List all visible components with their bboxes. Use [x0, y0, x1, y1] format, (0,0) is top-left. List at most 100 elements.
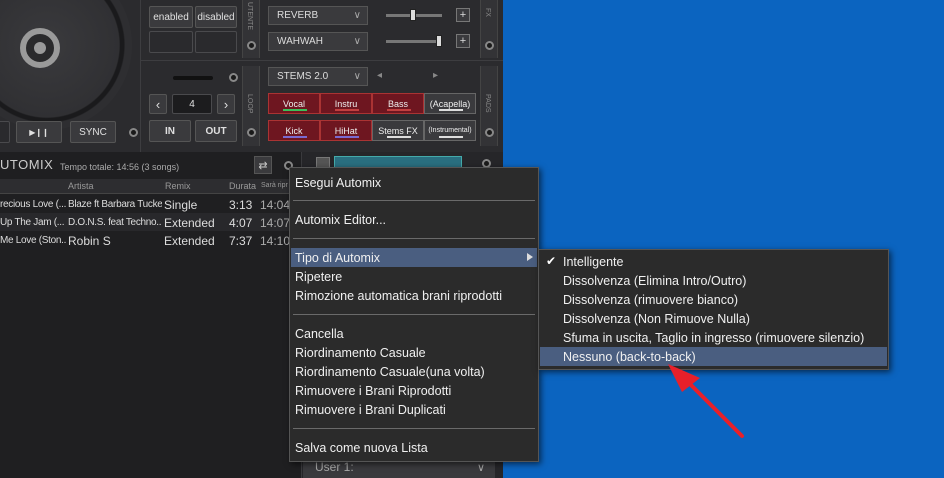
jog-wheel[interactable]	[0, 0, 132, 130]
menu-item-save-as-list[interactable]: Salva come nuova Lista	[291, 438, 537, 457]
loop-strip-knob[interactable]	[247, 128, 256, 137]
utente-knob[interactable]	[247, 41, 256, 50]
stems-dropdown-label: STEMS 2.0	[277, 71, 329, 82]
automix-title: UTOMIX	[0, 157, 54, 172]
menu-item-repeat[interactable]: Ripetere	[291, 267, 537, 286]
submenu-item-label: Nessuno (back-to-back)	[563, 349, 696, 364]
sync-knob[interactable]	[129, 128, 138, 137]
stem-bass-button[interactable]: Bass	[372, 93, 424, 114]
stem-indicator	[439, 136, 463, 138]
pads-knob[interactable]	[485, 128, 494, 137]
stem-fx-button[interactable]: Stems FX	[372, 120, 424, 141]
loop-bar	[173, 76, 213, 80]
stem-label: HiHat	[334, 125, 358, 136]
shuffle-icon[interactable]: ⇄	[254, 156, 272, 174]
table-row[interactable]: Me Love (Ston... Robin S Extended 7:37 1…	[0, 231, 300, 249]
chevron-down-icon: ∨	[353, 36, 361, 47]
stem-vocal-button[interactable]: Vocal	[268, 93, 320, 114]
user-dropdown[interactable]: User 1: ∨	[303, 460, 495, 478]
effect-dropdown-2[interactable]: WAHWAH ∨	[268, 32, 368, 51]
fx-disabled-button[interactable]: disabled	[195, 6, 237, 28]
stem-indicator	[335, 136, 359, 138]
stem-instru-button[interactable]: Instru	[320, 93, 372, 114]
stem-kick-button[interactable]: Kick	[268, 120, 320, 141]
automix-total-time: Tempo totale: 14:56 (3 songs)	[60, 162, 180, 172]
stem-indicator	[283, 109, 307, 111]
submenu-item-fade-remove-intro-outro[interactable]: Dissolvenza (Elimina Intro/Outro)	[540, 271, 887, 290]
effect-1-add-button[interactable]: +	[456, 8, 470, 22]
menu-item-shuffle[interactable]: Riordinamento Casuale	[291, 343, 537, 362]
submenu-item-smart[interactable]: ✔ Intelligente	[540, 252, 887, 271]
loop-out-button[interactable]: OUT	[195, 120, 237, 142]
utente-label: UTENTE	[246, 2, 253, 30]
column-duration[interactable]: Durata	[229, 181, 256, 191]
column-artist[interactable]: Artista	[68, 181, 94, 191]
effect-2-slider[interactable]	[386, 40, 442, 43]
user-dropdown-label: User 1:	[315, 460, 354, 474]
menu-item-run-automix[interactable]: Esegui Automix	[291, 173, 537, 192]
stem-label: Stems FX	[378, 125, 418, 136]
submenu-item-none-back-to-back[interactable]: Nessuno (back-to-back)	[540, 347, 887, 366]
fx-slot-button[interactable]	[149, 31, 193, 53]
stems-dropdown[interactable]: STEMS 2.0 ∨	[268, 67, 368, 86]
submenu-item-fade-remove-nothing[interactable]: Dissolvenza (Non Rimuove Nulla)	[540, 309, 887, 328]
menu-item-label: Rimozione automatica brani riprodotti	[295, 288, 503, 303]
submenu-item-label: Dissolvenza (Non Rimuove Nulla)	[563, 311, 750, 326]
effect-dropdown-1[interactable]: REVERB ∨	[268, 6, 368, 25]
effect-2-slider-thumb[interactable]	[436, 35, 442, 47]
loop-next-button[interactable]: ›	[217, 94, 235, 114]
cue-button[interactable]	[0, 121, 10, 143]
play-pause-button[interactable]: ▶❙❙	[16, 121, 62, 143]
submenu-arrow-icon	[527, 253, 533, 261]
table-row[interactable]: recious Love (... Blaze ft Barbara Tucke…	[0, 195, 300, 213]
menu-item-remove-played[interactable]: Rimuovere i Brani Riprodotti	[291, 381, 537, 400]
row-duration: 3:13	[229, 198, 253, 212]
pads-next-icon[interactable]: ▸	[433, 70, 438, 81]
stem-instrumental-button[interactable]: (Instrumental)	[424, 120, 476, 141]
row-title: recious Love (...	[0, 199, 66, 210]
table-header: Artista Remix Durata Sarà ripr	[0, 179, 300, 194]
divider	[140, 60, 503, 61]
menu-item-label: Tipo di Automix	[295, 250, 380, 265]
menu-item-auto-remove-played[interactable]: Rimozione automatica brani riprodotti	[291, 286, 537, 305]
stem-indicator	[439, 109, 463, 111]
menu-item-clear[interactable]: Cancella	[291, 324, 537, 343]
effect-1-slider-thumb[interactable]	[410, 9, 416, 21]
submenu-item-fade-out-cut-in[interactable]: Sfuma in uscita, Taglio in ingresso (rim…	[540, 328, 887, 347]
fx-enabled-button[interactable]: enabled	[149, 6, 193, 28]
menu-item-label: Cancella	[295, 326, 344, 341]
table-row[interactable]: Up The Jam (... D.O.N.S. feat Techno... …	[0, 213, 300, 231]
fx-knob[interactable]	[485, 41, 494, 50]
column-play-time[interactable]: Sarà ripr	[261, 182, 288, 189]
menu-item-label: Ripetere	[295, 269, 343, 284]
column-remix[interactable]: Remix	[165, 181, 191, 191]
effect-2-add-button[interactable]: +	[456, 34, 470, 48]
menu-item-label: Rimuovere i Brani Duplicati	[295, 402, 446, 417]
stem-hihat-button[interactable]: HiHat	[320, 120, 372, 141]
loop-size-display: 4	[172, 94, 212, 114]
menu-item-label: Rimuovere i Brani Riprodotti	[295, 383, 452, 398]
menu-item-shuffle-once[interactable]: Riordinamento Casuale(una volta)	[291, 362, 537, 381]
chevron-down-icon: ∨	[353, 71, 361, 82]
pads-prev-icon[interactable]: ◂	[377, 70, 382, 81]
loop-label: LOOP	[246, 94, 253, 114]
submenu-item-fade-remove-blank[interactable]: Dissolvenza (rimuovere bianco)	[540, 290, 887, 309]
menu-item-automix-type[interactable]: Tipo di Automix	[291, 248, 537, 267]
row-artist: Robin S	[68, 234, 111, 248]
automix-context-menu: Esegui Automix Automix Editor... Tipo di…	[289, 167, 539, 462]
sync-button[interactable]: SYNC	[70, 121, 116, 143]
jog-center-icon	[20, 28, 60, 68]
loop-prev-button[interactable]: ‹	[149, 94, 167, 114]
menu-item-automix-editor[interactable]: Automix Editor...	[291, 210, 537, 229]
fx-slot-button[interactable]	[195, 31, 237, 53]
menu-item-label: Esegui Automix	[295, 175, 382, 190]
loop-in-button[interactable]: IN	[149, 120, 191, 142]
submenu-item-label: Sfuma in uscita, Taglio in ingresso (rim…	[563, 330, 865, 345]
submenu-item-label: Intelligente	[563, 254, 624, 269]
stem-acapella-button[interactable]: (Acapella)	[424, 93, 476, 114]
menu-separator	[293, 200, 535, 201]
loop-knob[interactable]	[229, 73, 238, 82]
stem-indicator	[335, 109, 359, 111]
menu-item-remove-duplicates[interactable]: Rimuovere i Brani Duplicati	[291, 400, 537, 419]
menu-item-label: Salva come nuova Lista	[295, 440, 428, 455]
